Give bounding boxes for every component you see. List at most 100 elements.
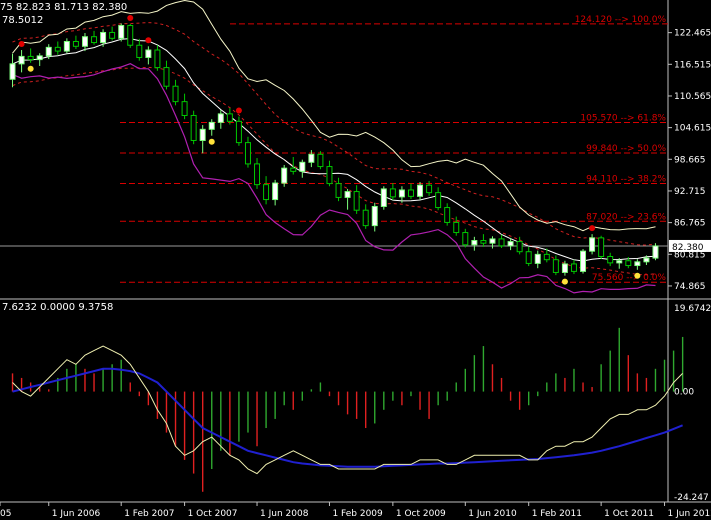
candle-body: [580, 250, 587, 272]
fib-level-label: 99.840 --> 50.0%: [586, 144, 666, 154]
candle-body: [616, 260, 623, 264]
candle-body: [417, 184, 424, 197]
price-tick-label: 86.765: [674, 219, 706, 229]
price-header-text: 75 82.823 81.713 82.380: [0, 2, 127, 13]
candle-body: [81, 36, 88, 47]
time-tick-label: 1 Oct 2009: [396, 509, 446, 519]
candle-body: [589, 237, 596, 252]
candle-body: [54, 46, 61, 52]
lower-fractal-marker: [634, 272, 641, 279]
price-tick-label: 122.465: [674, 29, 711, 39]
candle-body: [235, 120, 242, 144]
candle-body: [444, 207, 451, 223]
candle-body: [45, 46, 52, 57]
upper-fractal-marker: [127, 14, 134, 21]
candle-body: [199, 128, 206, 141]
candle-body: [226, 113, 233, 122]
candle-body: [190, 114, 197, 141]
candle-body: [534, 253, 541, 264]
candle-body: [344, 191, 351, 198]
candle-body: [353, 191, 360, 211]
candle-body: [109, 31, 116, 39]
lower-fractal-marker: [208, 138, 215, 145]
lower-fractal-marker: [27, 65, 34, 72]
upper-fractal-marker: [589, 225, 596, 232]
candle-body: [471, 240, 478, 246]
upper-fractal-marker: [235, 107, 242, 114]
time-tick-label: 1 Oct 2007: [188, 509, 238, 519]
price-tick-label: 98.665: [674, 155, 706, 165]
indicator-header-text: 78.5012: [2, 15, 43, 26]
candle-body: [498, 238, 505, 247]
candle-body: [118, 25, 125, 39]
upper-fractal-marker: [145, 37, 152, 44]
candle-body: [598, 237, 605, 257]
candle-body: [380, 188, 387, 207]
upper-fractal-marker: [18, 41, 25, 48]
candle-body: [543, 253, 550, 261]
candle-body: [652, 245, 659, 259]
price-tick-label: 110.565: [674, 92, 711, 102]
candle-body: [36, 55, 43, 61]
candle-body: [299, 161, 306, 172]
fib-level-label: 75.560 --> 0.0%: [592, 273, 667, 283]
candle-body: [525, 251, 532, 264]
candle-body: [127, 25, 134, 46]
price-tick-label: 92.715: [674, 187, 706, 197]
macd-tick-label: 19.6742: [674, 304, 711, 314]
candle-body: [625, 260, 632, 267]
candle-body: [154, 49, 161, 69]
candle-body: [389, 188, 396, 198]
candle-body: [552, 259, 559, 273]
macd-tick-label: 0.00: [674, 388, 694, 398]
candle-body: [426, 184, 433, 194]
price-axis: 122.465 116.515 110.565 104.615 98.665 92.715…: [668, 29, 711, 292]
candle-body: [63, 41, 70, 52]
candle-body: [335, 183, 342, 198]
candle-body: [570, 263, 577, 272]
price-chart-window: 124.120 --> 100.0% 105.570 --> 61.8% 99.84…: [0, 0, 711, 520]
lower-fractal-marker: [561, 278, 568, 285]
time-tick-label: 1 Feb 2007: [124, 509, 174, 519]
candle-body: [407, 189, 414, 197]
candle-body: [453, 221, 460, 234]
candle-body: [281, 167, 288, 184]
candle-body: [489, 238, 496, 244]
price-tick-label: 74.865: [674, 282, 706, 292]
macd-tick-label: -24.247: [674, 493, 709, 503]
candle-body: [516, 241, 523, 253]
current-price-label: 82.380: [672, 243, 704, 253]
candle-body: [72, 41, 79, 47]
macd-header-text: 7.6232 0.0000 9.3758: [2, 302, 113, 313]
candle-body: [643, 257, 650, 263]
chart-background: [0, 0, 711, 520]
candle-body: [480, 240, 487, 244]
candle-body: [172, 85, 179, 103]
fib-level-label: 87.020 --> 23.6%: [586, 212, 666, 222]
time-tick-label: 05: [0, 509, 11, 519]
fib-level-label: 105.570 --> 61.8%: [580, 114, 666, 124]
time-tick-label: 1 Feb 2009: [332, 509, 383, 519]
candle-body: [272, 182, 279, 201]
candle-body: [181, 101, 188, 116]
price-tick-label: 104.615: [674, 124, 711, 134]
time-tick-label: 1 Jun 2012: [668, 509, 711, 519]
candle-body: [145, 49, 152, 58]
candle-body: [507, 241, 514, 247]
candle-body: [136, 44, 143, 58]
candle-body: [208, 121, 215, 130]
time-tick-label: 1 Jun 2006: [52, 509, 101, 519]
candle-body: [9, 63, 16, 80]
fib-level-label: 94.110 --> 38.2%: [586, 175, 666, 185]
candle-body: [317, 153, 324, 168]
candle-body: [634, 261, 641, 267]
candle-body: [362, 209, 369, 227]
candle-body: [462, 232, 469, 246]
candle-body: [217, 113, 224, 123]
candle-body: [308, 153, 315, 163]
candle-body: [254, 163, 261, 186]
candle-body: [371, 205, 378, 227]
candle-body: [244, 142, 251, 165]
candle-body: [263, 184, 270, 201]
time-tick-label: 1 Oct 2011: [604, 509, 654, 519]
